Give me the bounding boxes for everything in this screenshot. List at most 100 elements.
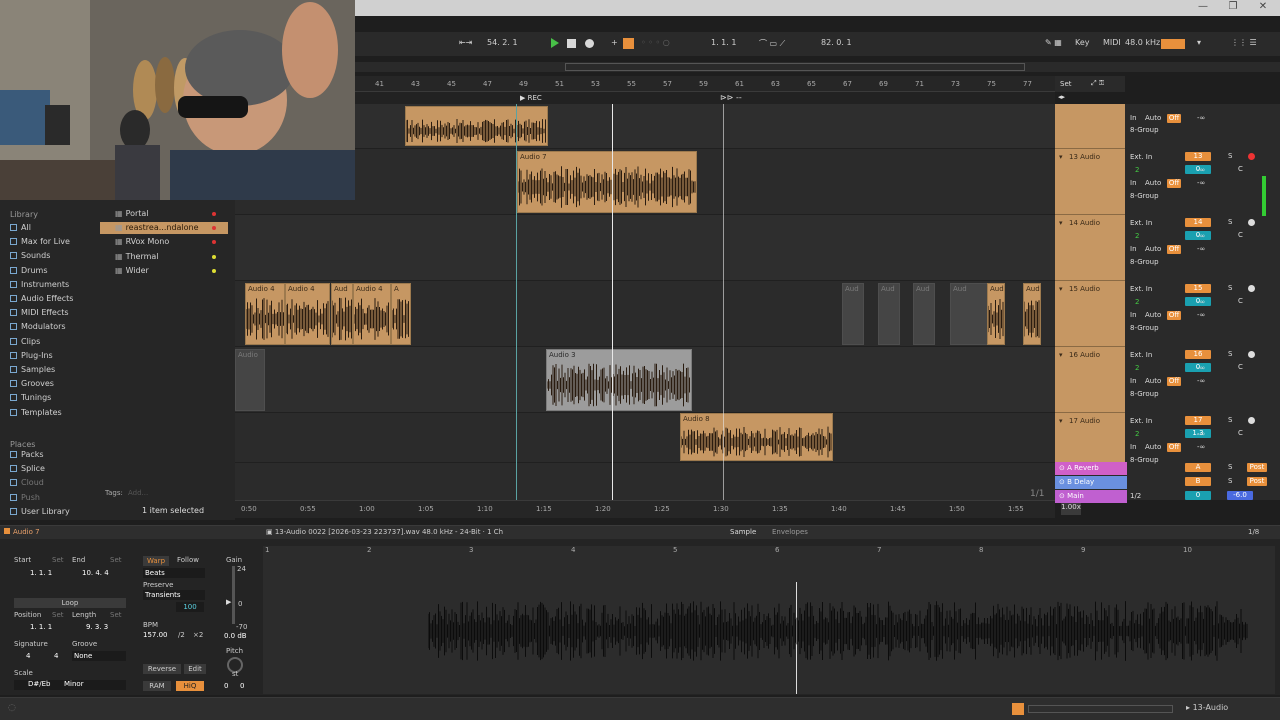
grid-ratio[interactable]: 1/8 (1248, 528, 1259, 536)
monitor-off-button[interactable]: Off (1167, 377, 1181, 386)
monitor-in-button[interactable]: In (1130, 443, 1137, 451)
input-channel-select[interactable]: 2 (1135, 298, 1139, 306)
input-channel-select[interactable]: 2 (1135, 232, 1139, 240)
input-channel-select[interactable]: 2 (1135, 364, 1139, 372)
library-item[interactable]: MIDI Effects (10, 308, 69, 317)
input-type-select[interactable]: Ext. In (1130, 285, 1152, 293)
track-header[interactable]: ▾ 15 Audio (1055, 281, 1125, 347)
tempo-field[interactable]: 82. 0. 1 (821, 38, 852, 47)
track-number[interactable]: 17 (1185, 416, 1211, 425)
pitch-semitones[interactable]: 0 (224, 682, 228, 690)
monitor-auto-button[interactable]: Auto (1145, 179, 1161, 187)
pan-field[interactable]: C (1238, 297, 1243, 305)
monitor-in-button[interactable]: In (1130, 245, 1137, 253)
capture-icon[interactable]: ◦ ◦ ◦ ○ (641, 38, 670, 47)
send-b-field[interactable]: -∞ (1197, 364, 1205, 372)
library-item[interactable]: Sounds (10, 251, 50, 260)
pre-post-toggle[interactable]: Post (1247, 477, 1267, 486)
bar-ruler[interactable]: 41 43 45 47 49 51 53 55 57 59 61 63 65 67 69 71 73 75 77 (355, 76, 1055, 92)
browser-file[interactable]: ▦ Portal (115, 209, 149, 218)
solo-button[interactable]: S (1228, 218, 1232, 226)
monitor-off-button[interactable]: Off (1167, 311, 1181, 320)
arm-button[interactable] (1248, 153, 1255, 160)
output-group-select[interactable]: 8-Group (1130, 258, 1159, 266)
tab-sample[interactable]: Sample (730, 528, 756, 536)
position-field[interactable]: 1. 1. 1 (711, 38, 736, 47)
audio-clip[interactable]: Audio 4 (285, 283, 330, 345)
monitor-auto-button[interactable]: Auto (1145, 245, 1161, 253)
browser-file[interactable]: ▦ reastrea...ndalone (115, 223, 199, 232)
solo-button[interactable]: S (1228, 152, 1232, 160)
fold-icon[interactable]: ▾ (1059, 417, 1063, 425)
half-tempo-button[interactable]: /2 (178, 631, 185, 639)
close-button[interactable]: ✕ (1254, 1, 1272, 12)
send-b-field[interactable]: -∞ (1197, 298, 1205, 306)
pencil-icon[interactable]: ✎ ▦ (1045, 38, 1062, 47)
library-item[interactable]: Max for Live (10, 237, 70, 246)
return-track[interactable]: ⊙ Main (1055, 490, 1127, 503)
send-b-field[interactable]: -∞ (1197, 430, 1205, 438)
overview-window[interactable] (565, 63, 1025, 71)
fold-icon[interactable]: ▾ (1059, 351, 1063, 359)
loop-toggle-icon[interactable]: ⌒ ▭ ⟋ (759, 38, 785, 49)
pan-field[interactable]: C (1238, 165, 1243, 173)
pan-field[interactable]: C (1238, 231, 1243, 239)
main-volume-field[interactable]: 0 (1185, 491, 1211, 500)
audio-clip[interactable]: Audio 8 (680, 413, 833, 461)
double-tempo-button[interactable]: ×2 (193, 631, 203, 639)
audio-clip[interactable]: Audio 4 (245, 283, 285, 345)
fold-icon[interactable]: ▾ (1059, 219, 1063, 227)
tab-envelopes[interactable]: Envelopes (772, 528, 808, 536)
pan-field[interactable]: C (1238, 363, 1243, 371)
record-icon[interactable] (585, 39, 594, 48)
input-type-select[interactable]: Ext. In (1130, 351, 1152, 359)
loop-toggle[interactable]: Loop (14, 598, 126, 608)
track-number[interactable]: 16 (1185, 350, 1211, 359)
output-group-select[interactable]: 8-Group (1130, 390, 1159, 398)
library-item[interactable]: Clips (10, 337, 40, 346)
monitor-auto-button[interactable]: Auto (1145, 114, 1161, 122)
monitor-in-button[interactable]: In (1130, 377, 1137, 385)
place-item[interactable]: Cloud (10, 478, 44, 487)
track-header[interactable]: ▾ 16 Audio (1055, 347, 1125, 413)
audio-clip-muted[interactable]: Aud (878, 283, 900, 345)
return-track[interactable]: ⊙ B Delay (1055, 476, 1127, 489)
key-map-button[interactable]: Key (1075, 38, 1090, 47)
library-item[interactable]: Tunings (10, 393, 51, 402)
track-header-12[interactable] (1055, 104, 1125, 149)
track-header[interactable]: ▾ 14 Audio (1055, 215, 1125, 281)
warp-mode-select[interactable]: Beats (143, 568, 205, 578)
loop-brace-lane[interactable]: ▶ REC ⊳⊳ -- ◂▸ (355, 92, 1065, 104)
monitor-in-button[interactable]: In (1130, 179, 1137, 187)
follow-icon[interactable]: ⤢ ⚿ (1091, 79, 1104, 88)
monitor-off-button[interactable]: Off (1167, 443, 1181, 452)
start-field[interactable]: 1. 1. 1 (30, 569, 52, 577)
set-button[interactable]: Set (1060, 80, 1072, 88)
output-group-select[interactable]: 8-Group (1130, 192, 1159, 200)
audio-clip-selected[interactable]: Audio 7 (517, 151, 697, 213)
place-item[interactable]: User Library (10, 507, 70, 516)
restore-button[interactable]: ❐ (1224, 1, 1242, 12)
fold-icon[interactable]: ▾ (1059, 285, 1063, 293)
arm-button[interactable] (1248, 285, 1255, 292)
send-a-field[interactable]: -∞ (1197, 443, 1205, 451)
gain-handle-icon[interactable]: ▶ (226, 598, 231, 606)
warp-toggle[interactable]: Warp (143, 556, 169, 566)
pitch-cents[interactable]: 0 (240, 682, 244, 690)
audio-clip[interactable]: A (391, 283, 411, 345)
audio-clip-muted[interactable]: Aud (842, 283, 864, 345)
send-a-field[interactable]: -∞ (1197, 311, 1205, 319)
zoom-field[interactable]: 1.00x (1061, 503, 1081, 515)
track-number[interactable]: 13 (1185, 152, 1211, 161)
groove-select[interactable]: None (72, 651, 126, 661)
reverse-button[interactable]: Reverse (143, 664, 181, 674)
position-field[interactable]: 1. 1. 1 (30, 623, 52, 631)
signature-denominator[interactable]: 4 (54, 652, 58, 660)
library-item[interactable]: Audio Effects (10, 294, 73, 303)
solo-button[interactable]: S (1228, 477, 1232, 485)
arm-button[interactable] (1248, 417, 1255, 424)
monitor-in-button[interactable]: In (1130, 114, 1137, 122)
solo-button[interactable]: S (1228, 350, 1232, 358)
length-field[interactable]: 9. 3. 3 (86, 623, 108, 631)
library-item[interactable]: Samples (10, 365, 55, 374)
